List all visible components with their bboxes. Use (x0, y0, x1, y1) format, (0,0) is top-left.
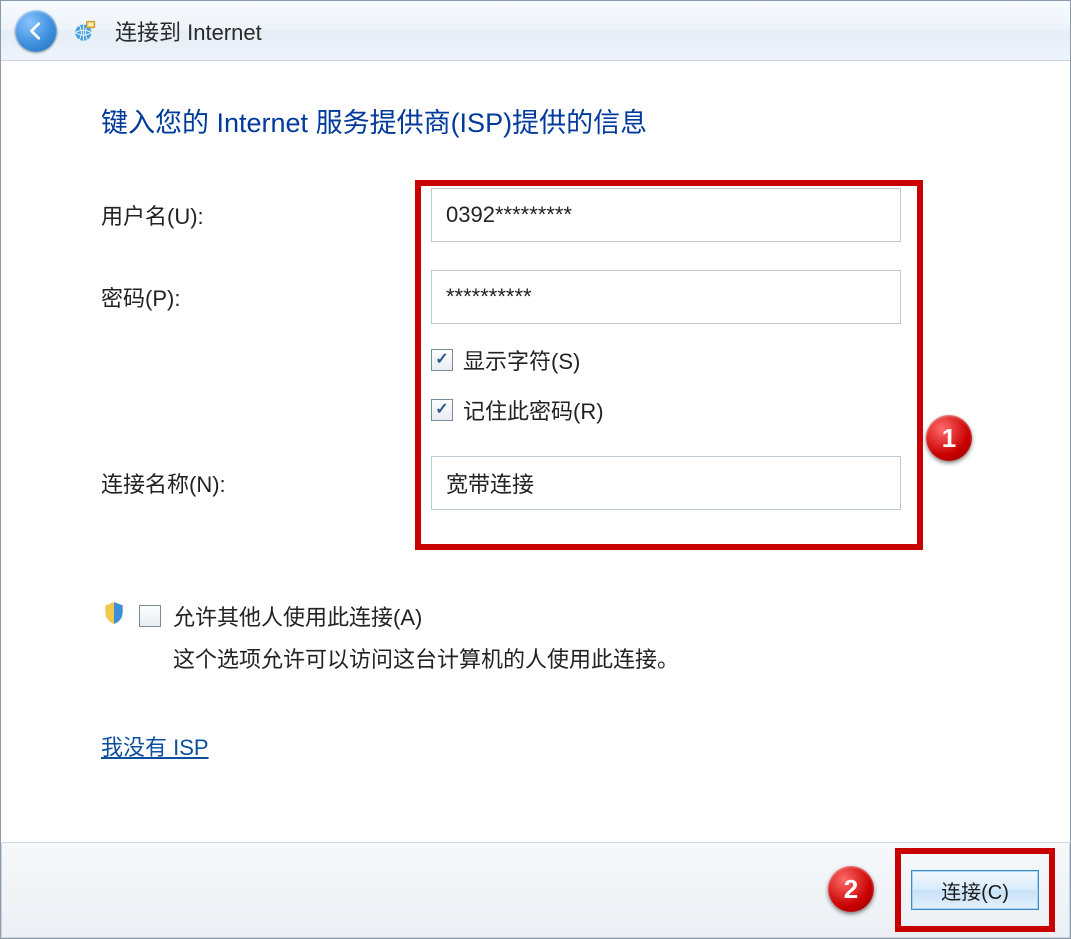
arrow-left-icon (25, 20, 47, 42)
form-area: 用户名(U): 密码(P): 显示字符(S) 记住此密码(R) 连接名称(N): (101, 188, 985, 510)
show-chars-label: 显示字符(S) (463, 344, 580, 376)
username-label: 用户名(U): (101, 199, 431, 231)
allow-others-label: 允许其他人使用此连接(A) (173, 600, 422, 632)
back-button[interactable] (15, 10, 57, 52)
no-isp-link[interactable]: 我没有 ISP (101, 730, 209, 762)
annotation-highlight-2: 连接(C) (895, 848, 1055, 932)
wizard-window: 连接到 Internet 键入您的 Internet 服务提供商(ISP)提供的… (0, 0, 1071, 939)
row-username: 用户名(U): (101, 188, 985, 242)
page-heading: 键入您的 Internet 服务提供商(ISP)提供的信息 (101, 101, 985, 140)
content-area: 键入您的 Internet 服务提供商(ISP)提供的信息 用户名(U): 密码… (1, 61, 1070, 843)
show-chars-checkbox[interactable] (431, 349, 453, 371)
allow-others-description: 这个选项允许可以访问这台计算机的人使用此连接。 (173, 642, 679, 674)
row-connection-name: 连接名称(N): (101, 456, 985, 510)
row-remember-password: 记住此密码(R) (431, 394, 985, 426)
titlebar: 连接到 Internet (1, 1, 1070, 61)
connection-name-label: 连接名称(N): (101, 467, 431, 499)
row-show-chars: 显示字符(S) (431, 344, 985, 376)
window-title: 连接到 Internet (115, 15, 262, 47)
remember-password-label: 记住此密码(R) (463, 394, 604, 426)
password-input[interactable] (431, 270, 901, 324)
allow-others-section: 允许其他人使用此连接(A) 这个选项允许可以访问这台计算机的人使用此连接。 (101, 600, 985, 674)
footer-bar: 2 连接(C) (2, 842, 1069, 937)
annotation-badge-2: 2 (828, 866, 874, 912)
row-password: 密码(P): (101, 270, 985, 324)
network-globe-icon (71, 17, 99, 45)
password-label: 密码(P): (101, 281, 431, 313)
remember-password-checkbox[interactable] (431, 399, 453, 421)
connect-button[interactable]: 连接(C) (911, 870, 1039, 910)
allow-others-checkbox[interactable] (139, 605, 161, 627)
shield-icon (101, 600, 127, 626)
connection-name-input[interactable] (431, 456, 901, 510)
username-input[interactable] (431, 188, 901, 242)
